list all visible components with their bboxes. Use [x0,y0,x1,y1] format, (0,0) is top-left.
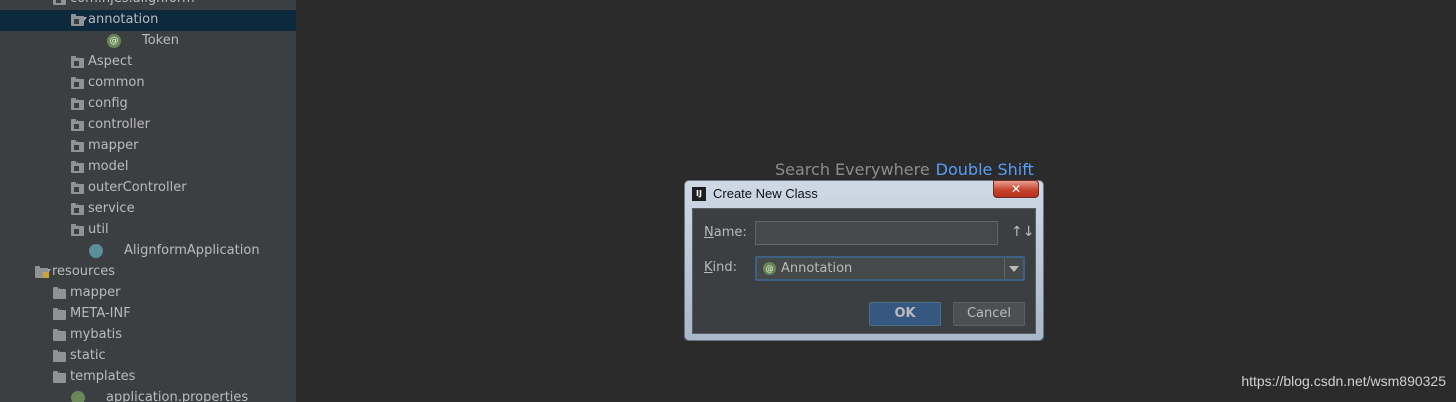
tree-row[interactable]: AlignformApplication [0,241,296,262]
folder-icon [35,266,49,278]
hint-shortcut: Double Shift [935,160,1034,179]
name-input[interactable] [755,221,998,245]
tree-row[interactable]: model [0,157,296,178]
close-icon: ✕ [1010,182,1022,196]
kind-label: Kind: [704,260,737,275]
create-new-class-dialog: IJ Create New Class ✕ Name: ↑↓ Kind: @ A… [684,180,1044,341]
tree-row[interactable]: util [0,220,296,241]
tree-row[interactable]: annotation [0,10,296,31]
kind-selected-value: Annotation [781,261,853,276]
tree-row-label: mapper [88,138,139,153]
kind-label-rest: ind: [712,260,738,275]
tree-row-label: mybatis [70,327,123,342]
chevron-down-icon[interactable] [1004,258,1023,279]
tree-row-label: util [88,222,109,237]
tree-row-label: AlignformApplication [124,243,260,258]
package-icon [71,182,84,194]
folder-icon [53,371,66,383]
tree-row-label: templates [70,369,136,384]
tree-row-label: resources [52,264,116,279]
tree-row[interactable]: controller [0,115,296,136]
tree-row[interactable]: META-INF [0,304,296,325]
kind-dropdown[interactable]: @ Annotation [755,256,1025,281]
resources-badge-icon [43,272,49,278]
tree-row-label: application.properties [106,390,249,402]
tree-row-label: common [88,75,145,90]
sort-arrows-icon[interactable]: ↑↓ [1011,224,1034,240]
package-icon [71,161,84,173]
tree-row[interactable]: static [0,346,296,367]
tree-row[interactable]: resources [0,262,296,283]
tree-row-label: mapper [70,285,121,300]
package-icon [71,77,84,89]
spring-app-icon [89,244,103,258]
annotation-icon: @ [107,34,121,48]
tree-row-label: META-INF [70,306,131,321]
tree-row-label: service [88,201,135,216]
tree-row[interactable]: com.hjes.alignform [0,0,296,10]
tree-row[interactable]: application.properties [0,388,296,402]
tree-row[interactable]: mapper [0,283,296,304]
tree-row-label: outerController [88,180,187,195]
package-icon [71,140,84,152]
watermark-text: https://blog.csdn.net/wsm890325 [1241,373,1446,389]
dialog-title: Create New Class [713,186,818,201]
package-icon [71,224,84,236]
name-label: Name: [704,225,747,240]
cancel-button[interactable]: Cancel [953,302,1025,326]
properties-file-icon [71,391,85,402]
name-label-mnemonic: N [704,225,714,240]
tree-row-label: controller [88,117,151,132]
tree-row-label: model [88,159,129,174]
tree-row[interactable]: templates [0,367,296,388]
intellij-app-icon: IJ [692,187,706,201]
folder-icon [53,308,66,320]
package-icon [71,56,84,68]
ok-button[interactable]: OK [869,302,941,326]
kind-label-mnemonic: K [704,260,713,275]
package-icon [71,203,84,215]
package-icon [53,0,66,5]
dialog-titlebar[interactable]: IJ Create New Class ✕ [691,180,1039,205]
folder-icon [53,287,66,299]
project-tree[interactable]: com.hjes.alignform annotation @ Token Aspect… [0,0,296,402]
tree-row[interactable]: @ Token [0,31,296,52]
tree-row-label: Aspect [88,54,133,69]
tree-row[interactable]: mybatis [0,325,296,346]
tree-row[interactable]: common [0,73,296,94]
tree-row-label: Token [142,33,179,48]
tree-row[interactable]: outerController [0,178,296,199]
folder-icon [53,329,66,341]
package-icon [71,119,84,131]
package-icon [71,98,84,110]
tree-row[interactable]: Aspect [0,52,296,73]
close-button[interactable]: ✕ [993,180,1039,198]
name-label-rest: ame: [713,225,747,240]
hint-text: Search Everywhere [775,160,930,179]
annotation-icon: @ [763,262,776,275]
tree-row[interactable]: mapper [0,136,296,157]
folder-icon [53,350,66,362]
empty-editor-hint: Search Everywhere Double Shift [775,160,1034,179]
package-icon [71,14,84,26]
tree-row-label: static [70,348,106,363]
tree-row[interactable]: service [0,199,296,220]
dialog-content: Name: ↑↓ Kind: @ Annotation OK Cancel [692,208,1036,334]
tree-row-label: config [88,96,128,111]
tree-row-label: annotation [88,12,159,27]
tree-row[interactable]: config [0,94,296,115]
tree-row-label: com.hjes.alignform [70,0,195,6]
